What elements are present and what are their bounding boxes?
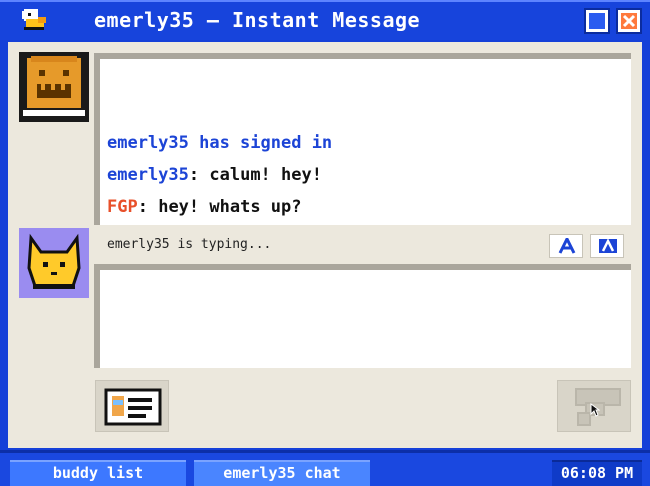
font-icon [558, 238, 576, 254]
taskbar: buddy list emerly35 chat 06:08 PM [0, 450, 650, 486]
close-icon [621, 13, 637, 29]
message-separator: : [137, 197, 148, 217]
message-text: hey! whats up? [147, 197, 302, 217]
text-color-icon [599, 238, 617, 253]
mouse-cursor-icon [590, 403, 600, 417]
font-button[interactable] [549, 234, 583, 258]
profile-card-icon [104, 388, 162, 426]
taskbar-clock: 06:08 PM [552, 460, 642, 486]
chat-message: emerly35: calum! hey! [107, 165, 322, 185]
message-input[interactable] [94, 264, 631, 368]
title-bar[interactable]: emerly35 – Instant Message [0, 2, 650, 40]
minimize-button[interactable] [584, 8, 610, 34]
minimize-icon [589, 13, 605, 29]
text-color-button[interactable] [590, 234, 624, 258]
window-title: emerly35 – Instant Message [94, 8, 421, 32]
duck-icon [18, 7, 48, 33]
message-sender: FGP [107, 197, 138, 217]
profile-card-button[interactable] [95, 380, 169, 432]
typing-indicator: emerly35 is typing... [107, 237, 272, 252]
close-button[interactable] [616, 8, 642, 34]
buddy-avatar[interactable] [19, 52, 89, 122]
taskbar-tab-chat[interactable]: emerly35 chat [194, 460, 370, 486]
chat-message: FGP: hey! whats up? [107, 197, 302, 217]
taskbar-tab-buddy-list[interactable]: buddy list [10, 460, 186, 486]
message-text: calum! hey! [199, 165, 322, 185]
message-sender: emerly35 [107, 165, 189, 185]
message-separator: : [188, 165, 200, 185]
user-avatar[interactable] [19, 228, 89, 298]
system-message: emerly35 has signed in [107, 133, 333, 153]
